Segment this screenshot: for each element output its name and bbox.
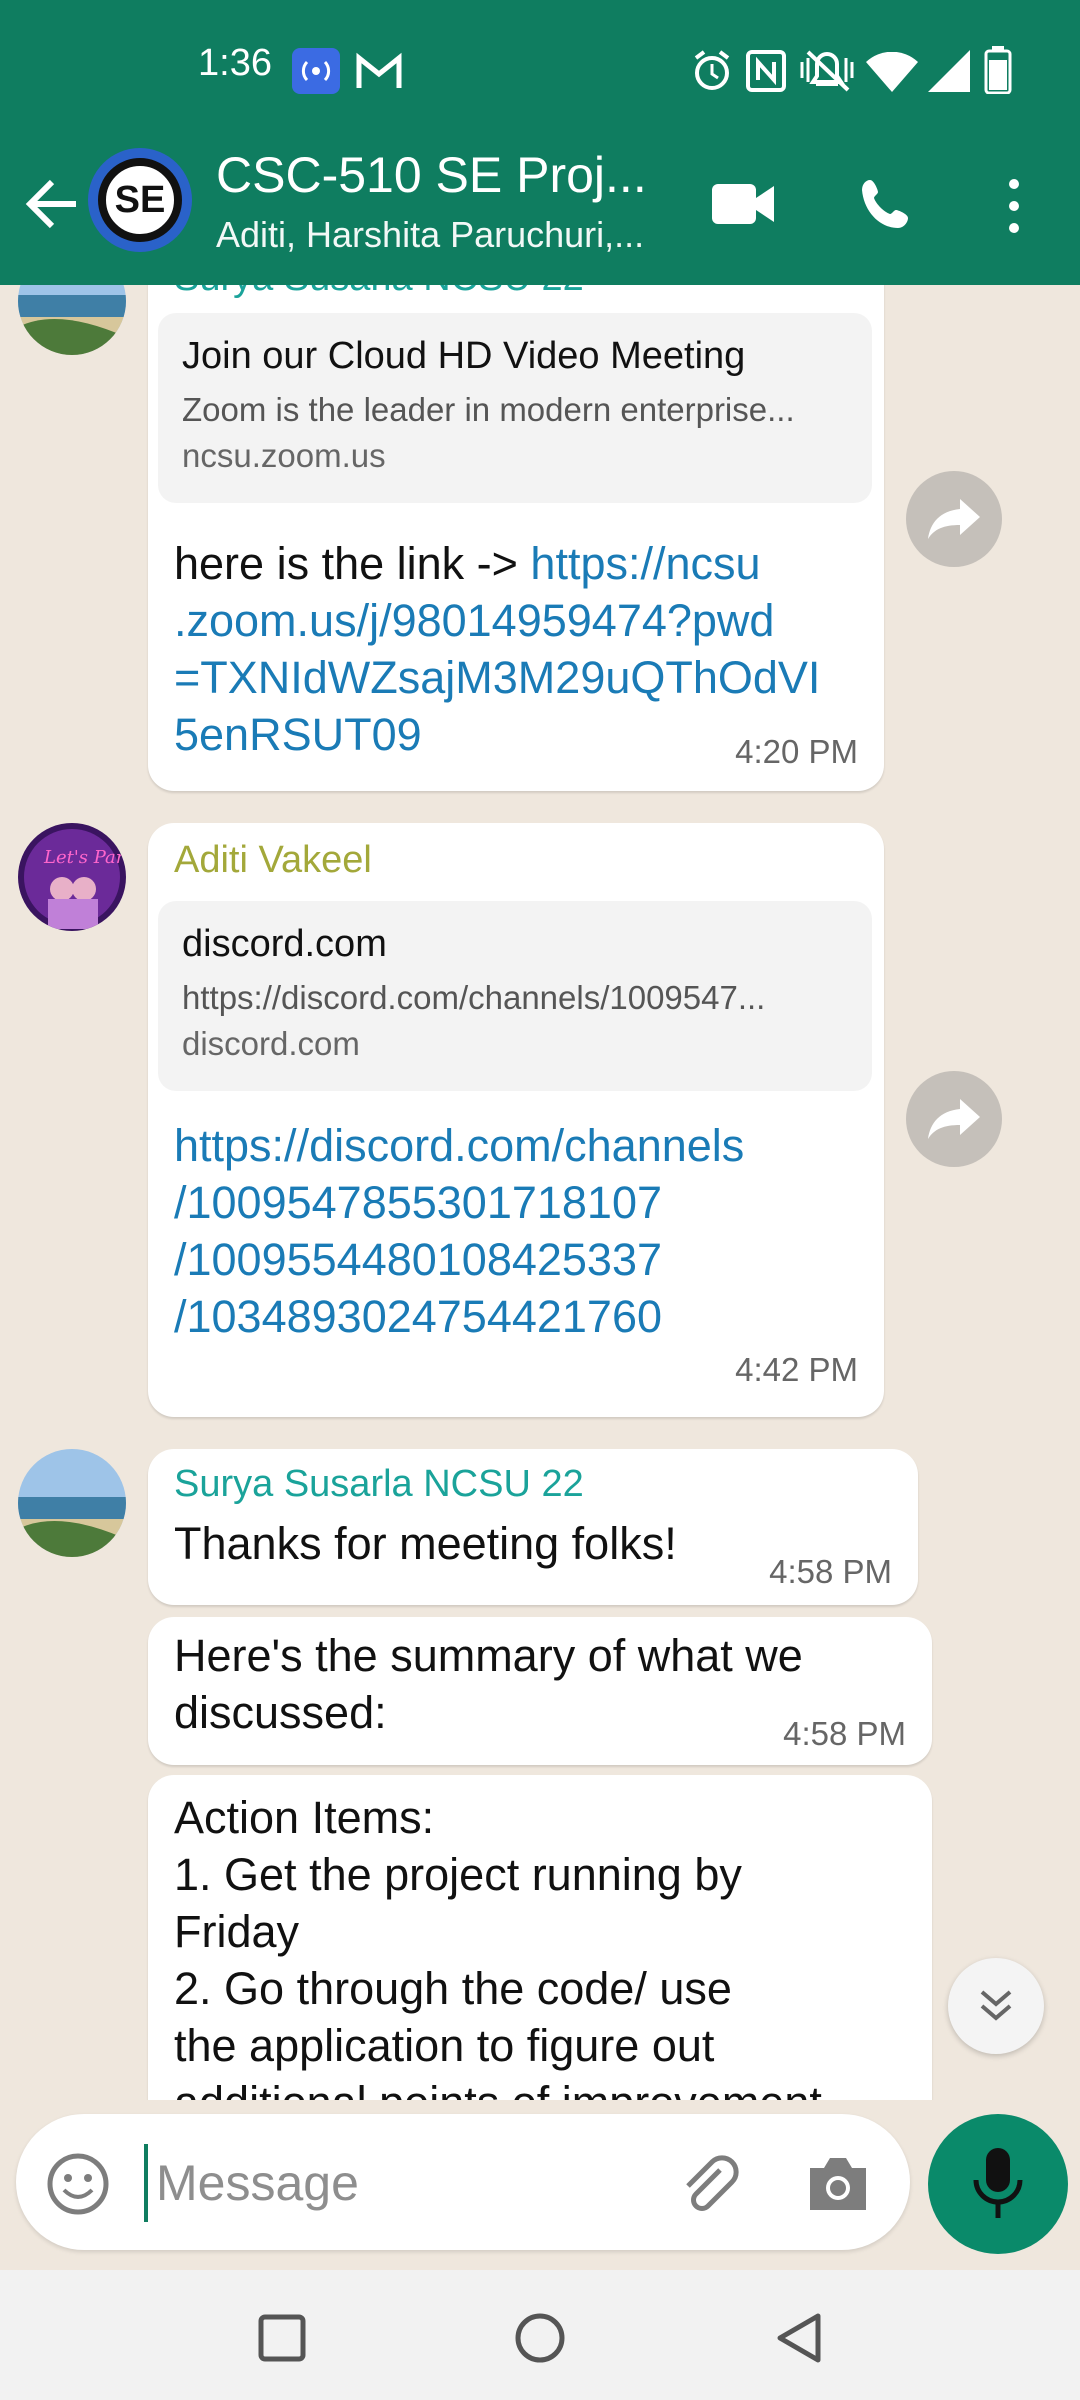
message-timestamp: 4:58 PM: [769, 1553, 892, 1590]
group-members[interactable]: Aditi, Harshita Paruchuri,...: [216, 214, 644, 256]
sender-name[interactable]: Surya Susarla NCSU 22: [174, 1463, 584, 1506]
voice-message-button[interactable]: [928, 2114, 1068, 2254]
message-text: https://discord.com/channels /1009547855…: [174, 1117, 874, 1345]
microphone-icon: [973, 2148, 1023, 2218]
forward-icon: [928, 499, 980, 539]
system-navigation-bar: [0, 2270, 1080, 2400]
message-composer: [0, 2100, 1080, 2270]
hotspot-icon: [292, 48, 340, 94]
attach-icon[interactable]: [676, 2152, 740, 2216]
home-icon[interactable]: [514, 2312, 566, 2364]
message-text: Thanks for meeting folks!: [174, 1518, 677, 1569]
message-timestamp: 4:20 PM: [735, 733, 858, 770]
recent-apps-icon[interactable]: [258, 2314, 306, 2362]
forward-button[interactable]: [906, 471, 1002, 567]
alarm-icon: [694, 50, 730, 90]
voice-call-icon[interactable]: [858, 176, 916, 234]
message-line: 2. Go through the code/ use: [174, 1963, 732, 2014]
message-link-line[interactable]: https://ncsu: [530, 538, 760, 589]
link-preview-title: Join our Cloud HD Video Meeting: [182, 335, 746, 377]
more-options-icon[interactable]: [1006, 178, 1022, 234]
link-preview-domain: discord.com: [182, 1025, 360, 1062]
message-link-line[interactable]: /1009547855301718107: [174, 1174, 874, 1231]
emoji-icon[interactable]: [46, 2152, 110, 2216]
message-link-line[interactable]: /1009554480108425337: [174, 1231, 874, 1288]
sender-avatar[interactable]: [18, 1449, 126, 1557]
chat-area[interactable]: Surya Susarla NCSU 22 Join our Cloud HD …: [0, 285, 1080, 2100]
link-preview-description: Zoom is the leader in modern enterprise.…: [182, 391, 795, 428]
back-nav-icon[interactable]: [774, 2312, 822, 2364]
message-input[interactable]: [144, 2144, 678, 2222]
message-input-box[interactable]: [16, 2114, 910, 2250]
link-preview[interactable]: discord.com https://discord.com/channels…: [158, 901, 872, 1091]
message-timestamp: 4:42 PM: [735, 1351, 858, 1388]
sender-avatar[interactable]: [18, 285, 126, 355]
message-bubble[interactable]: Action Items: 1. Get the project running…: [148, 1775, 932, 2100]
message-line: Here's the summary of what we: [174, 1630, 803, 1681]
message-line: discussed:: [174, 1687, 387, 1738]
sender-name[interactable]: Aditi Vakeel: [174, 839, 372, 882]
message-line: additional points of improvement: [174, 2074, 914, 2100]
message-bubble[interactable]: Here's the summary of what we discussed:…: [148, 1617, 932, 1765]
link-preview-title: discord.com: [182, 923, 387, 965]
camera-icon[interactable]: [806, 2154, 870, 2212]
sender-name[interactable]: Surya Susarla NCSU 22: [174, 285, 584, 300]
gmail-icon: [356, 52, 402, 88]
message-text: here is the link -> https://ncsu .zoom.u…: [174, 535, 874, 763]
wifi-icon: [866, 52, 918, 92]
message-text: Action Items: 1. Get the project running…: [174, 1789, 914, 2100]
message-line: 1. Get the project running by: [174, 1849, 742, 1900]
video-call-icon[interactable]: [712, 182, 776, 226]
message-text-prefix: here is the link ->: [174, 538, 531, 589]
link-preview-domain: ncsu.zoom.us: [182, 437, 386, 474]
chat-header: SE CSC-510 SE Proj... Aditi, Harshita Pa…: [0, 140, 1080, 285]
vibrate-icon: [800, 50, 854, 92]
message-line: the application to figure out: [174, 2020, 715, 2071]
status-time: 1:36: [198, 42, 272, 84]
message-link-line[interactable]: https://discord.com/channels: [174, 1117, 874, 1174]
nfc-icon: [746, 50, 786, 92]
message-link-line[interactable]: =TXNIdWZsajM3M29uQThOdVI: [174, 649, 874, 706]
link-preview-description: https://discord.com/channels/1009547...: [182, 979, 766, 1016]
group-avatar-label: SE: [98, 158, 182, 242]
scroll-to-bottom-button[interactable]: [948, 1958, 1044, 2054]
sender-avatar[interactable]: Let's Party: [18, 823, 126, 931]
message-bubble[interactable]: Surya Susarla NCSU 22 Thanks for meeting…: [148, 1449, 918, 1605]
link-preview[interactable]: Join our Cloud HD Video Meeting Zoom is …: [158, 313, 872, 503]
forward-button[interactable]: [906, 1071, 1002, 1167]
status-bar: 1:36: [0, 0, 1080, 140]
message-link-line[interactable]: .zoom.us/j/98014959474?pwd: [174, 592, 874, 649]
group-avatar[interactable]: SE: [88, 148, 192, 252]
back-arrow-icon[interactable]: [22, 174, 80, 234]
message-link-line[interactable]: /1034893024754421760: [174, 1288, 874, 1345]
message-bubble[interactable]: Aditi Vakeel discord.com https://discord…: [148, 823, 884, 1417]
battery-icon: [984, 46, 1012, 94]
message-line: Action Items:: [174, 1792, 435, 1843]
avatar-neon-text: Let's Party: [43, 847, 126, 868]
signal-icon: [928, 50, 970, 92]
group-title[interactable]: CSC-510 SE Proj...: [216, 146, 647, 204]
forward-icon: [928, 1099, 980, 1139]
message-text: Here's the summary of what we discussed:: [174, 1627, 874, 1741]
message-line: Friday: [174, 1906, 300, 1957]
message-timestamp: 4:58 PM: [783, 1715, 906, 1752]
message-bubble[interactable]: Surya Susarla NCSU 22 Join our Cloud HD …: [148, 285, 884, 791]
double-chevron-down-icon: [980, 1990, 1012, 2021]
